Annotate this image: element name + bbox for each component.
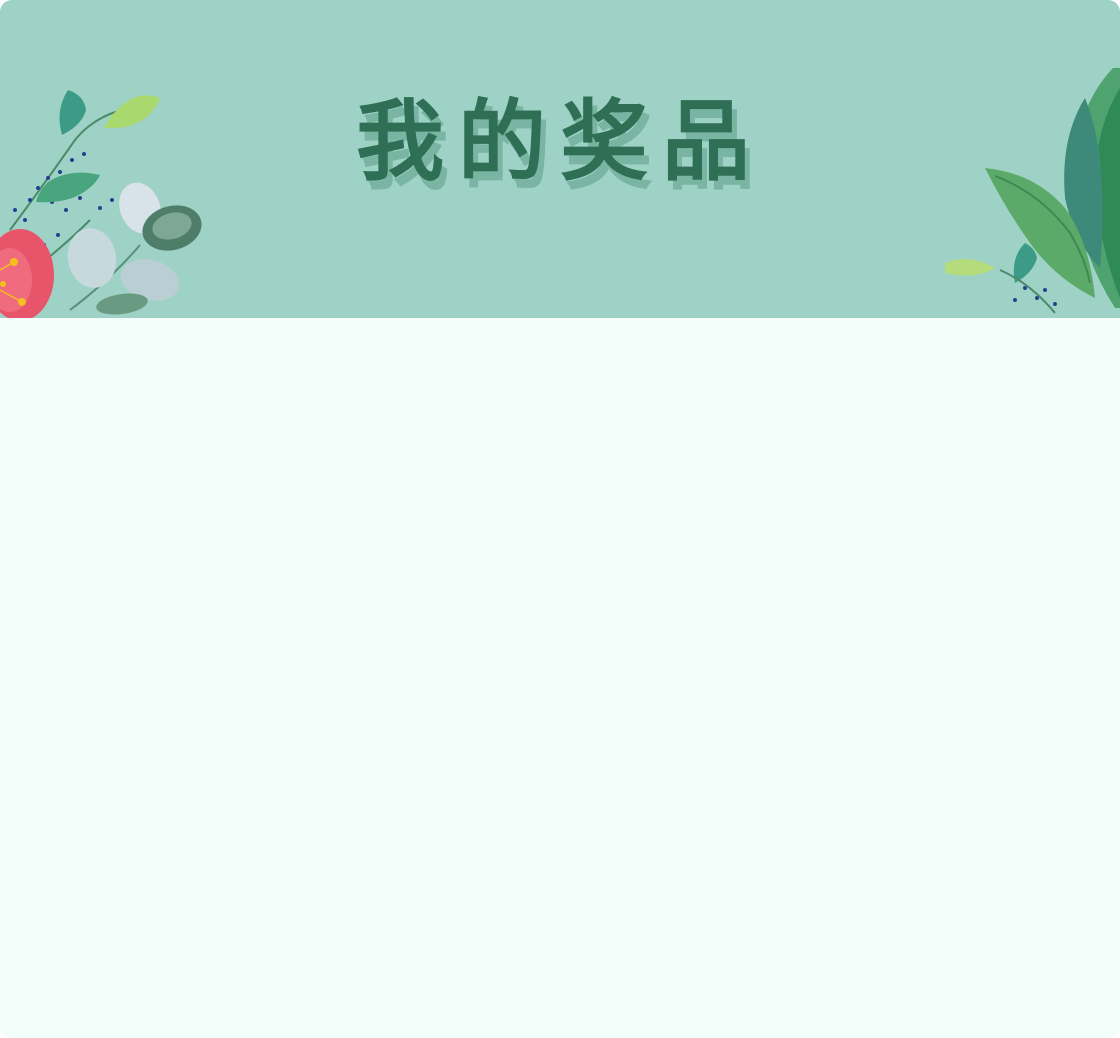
prize-list-area bbox=[0, 318, 1120, 1038]
header-banner: 我的奖品 bbox=[0, 0, 1120, 318]
prize-page: 我的奖品 bbox=[0, 0, 1120, 1038]
tropical-leaves-decoration bbox=[945, 68, 1120, 314]
